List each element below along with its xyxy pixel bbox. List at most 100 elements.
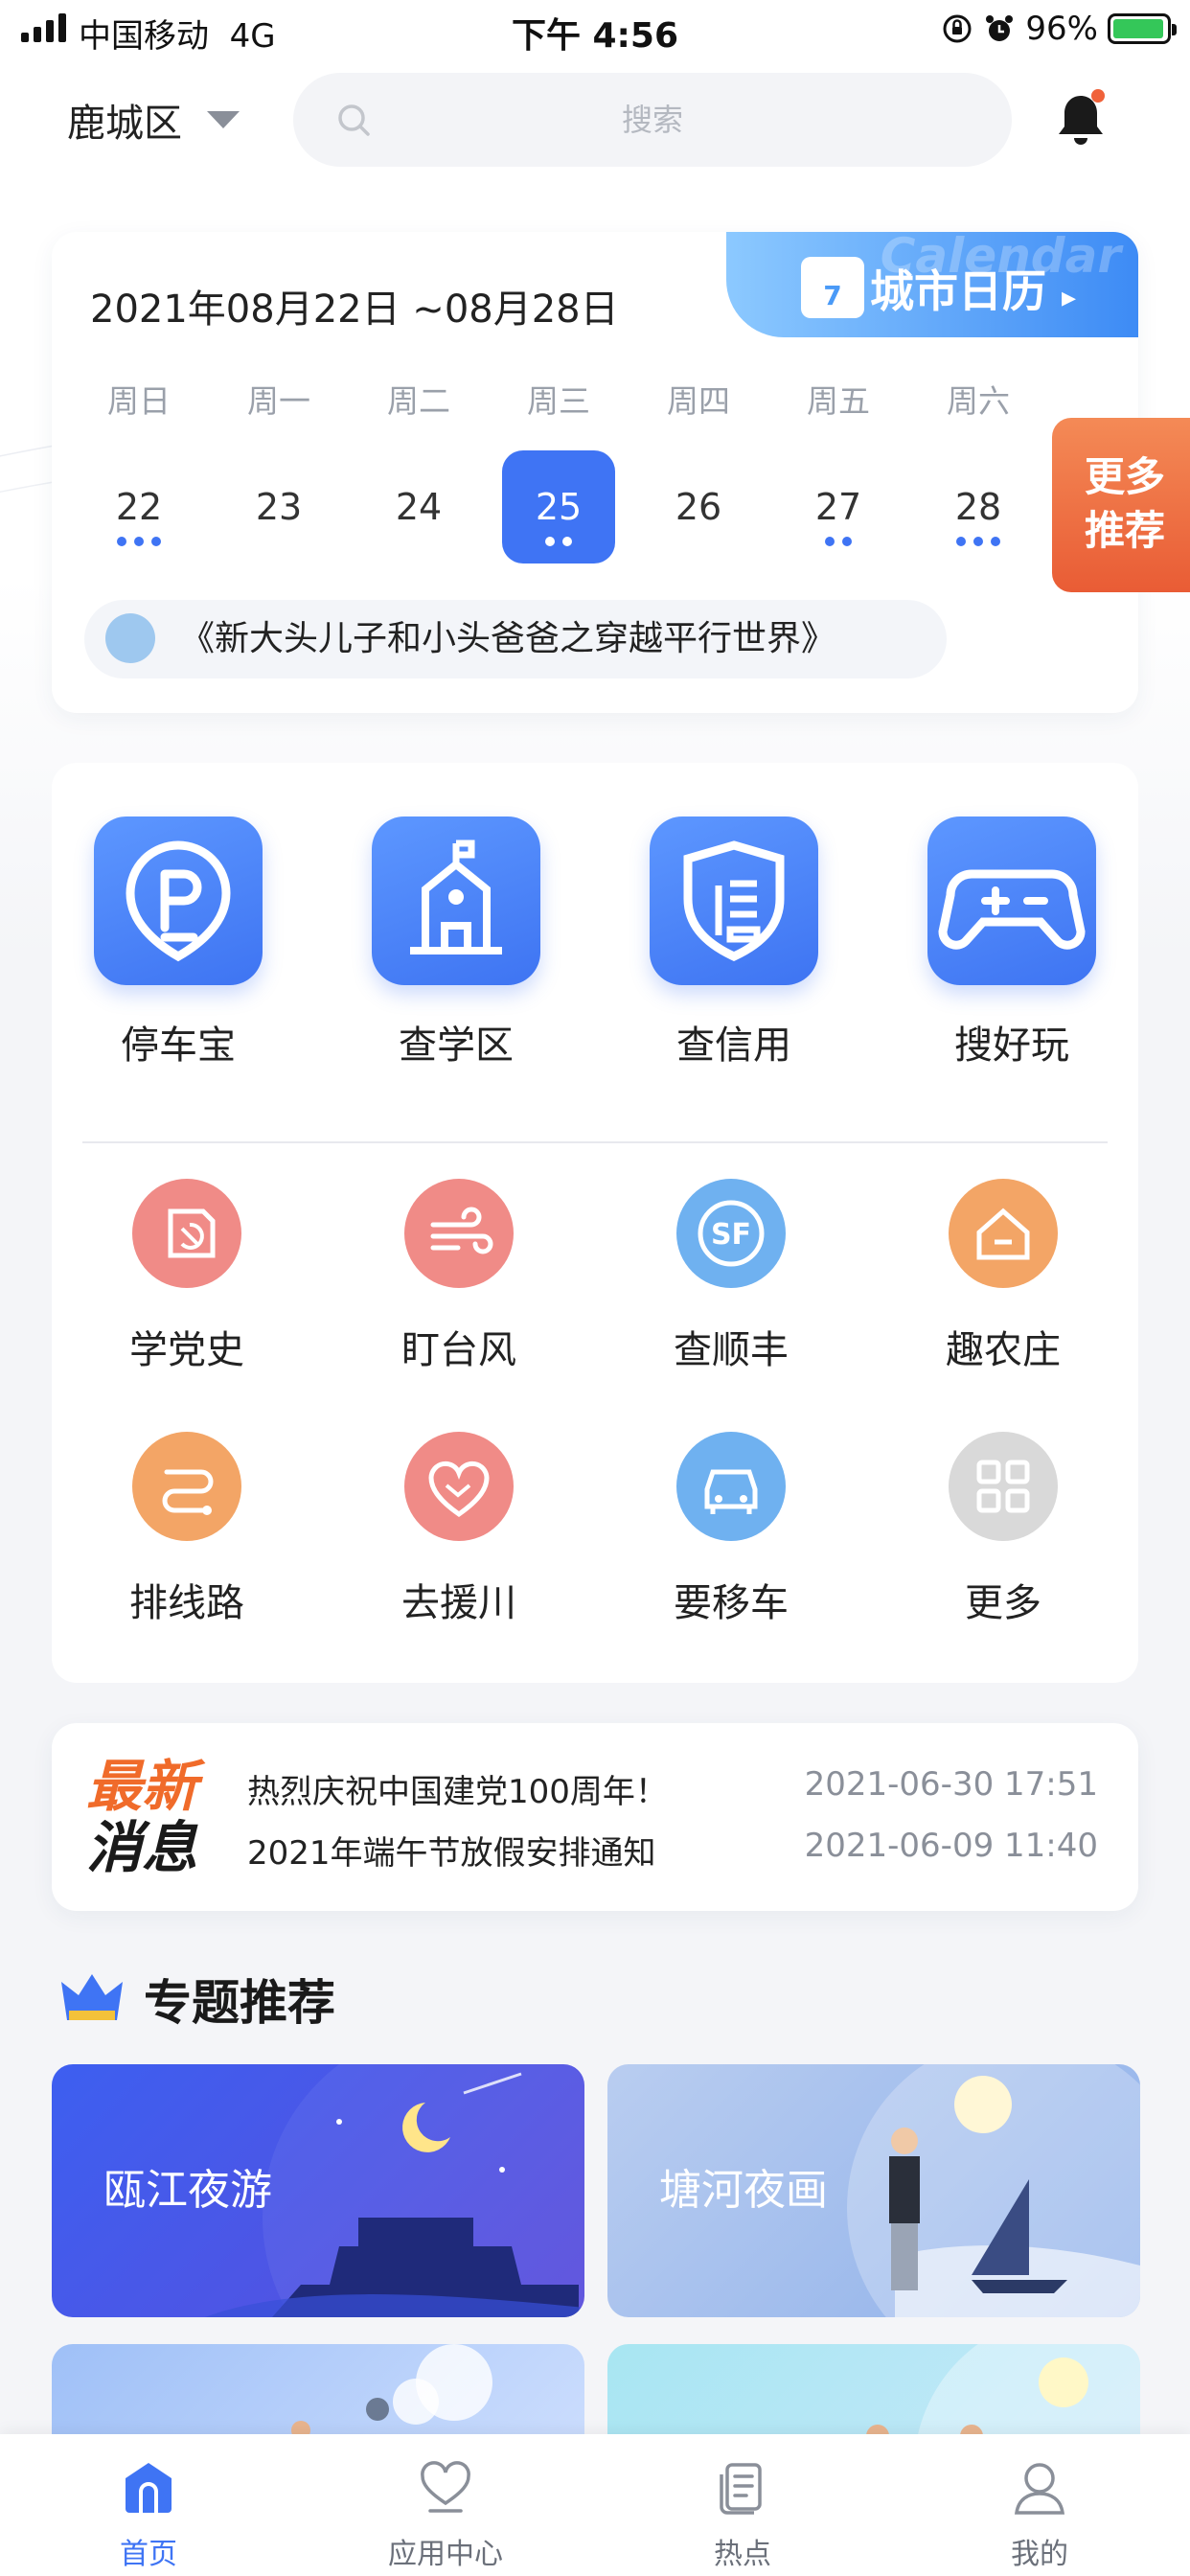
city-label: 鹿城区 — [67, 102, 182, 146]
app-party-history-button[interactable] — [132, 1179, 241, 1288]
tab-label: 我的 — [1011, 2538, 1068, 2571]
farm-house-icon — [976, 1208, 1030, 1260]
news-item-time: 2021-06-30 17:51 — [804, 1765, 1098, 1804]
app-label[interactable]: 盯台风 — [344, 1319, 574, 1374]
city-calendar-label: 城市日历 — [870, 265, 1046, 317]
calendar-event-title: 《新大头儿子和小头爸爸之穿越平行世界》 — [180, 619, 836, 658]
weekday-label: 周三 — [527, 382, 590, 420]
event-dots — [82, 537, 195, 546]
tab-label: 热点 — [714, 2538, 771, 2571]
app-center-heart-icon — [421, 2461, 470, 2513]
party-history-icon — [168, 1208, 216, 1258]
topic-label: 瓯江夜游 — [103, 2166, 272, 2215]
city-selector[interactable]: 鹿城区 — [67, 92, 240, 148]
tab-label: 应用中心 — [388, 2538, 503, 2571]
calendar-date-range: 2021年08月22日 ~08月28日 — [90, 288, 619, 332]
app-label[interactable]: 更多 — [888, 1572, 1118, 1627]
event-dots — [782, 537, 895, 546]
event-dots — [502, 537, 615, 546]
tab-hot[interactable]: 热点 — [594, 2434, 891, 2576]
app-grid-more-button[interactable] — [949, 1432, 1058, 1541]
calendar-day[interactable]: 26 — [642, 450, 755, 564]
app-label[interactable]: 要移车 — [616, 1572, 846, 1627]
app-label[interactable]: 搜好玩 — [887, 1014, 1136, 1070]
news-item-time: 2021-06-09 11:40 — [804, 1827, 1098, 1865]
tab-home[interactable]: 首页 — [0, 2434, 297, 2576]
search-input[interactable]: 搜索 — [293, 73, 1012, 167]
app-car-button[interactable] — [676, 1432, 786, 1541]
more-recommend-label: 更多推荐 — [1084, 453, 1165, 554]
gamepad-icon — [927, 816, 1096, 989]
route-icon — [162, 1469, 214, 1515]
app-label[interactable]: 查信用 — [609, 1014, 858, 1070]
tab-mine[interactable]: 我的 — [891, 2434, 1188, 2576]
notification-bell-icon[interactable] — [1054, 88, 1108, 153]
app-typhoon-wind-button[interactable] — [404, 1179, 514, 1288]
school-district-icon — [372, 816, 540, 989]
bottom-tab-bar: 首页 应用中心 热点 我的 — [0, 2434, 1190, 2576]
app-label[interactable]: 学党史 — [72, 1319, 302, 1374]
app-parking-button[interactable] — [94, 816, 263, 985]
app-label[interactable]: 趣农庄 — [888, 1319, 1118, 1374]
credit-shield-icon — [650, 816, 818, 989]
weekday-label: 周四 — [667, 382, 730, 420]
typhoon-wind-icon — [430, 1207, 493, 1254]
hot-news-icon — [720, 2463, 762, 2515]
app-label[interactable]: 排线路 — [72, 1572, 302, 1627]
divider — [82, 1141, 1108, 1143]
event-dots — [922, 537, 1035, 546]
weekday-label: 周六 — [947, 382, 1010, 420]
app-sf-express-button[interactable]: SF — [676, 1179, 786, 1288]
app-gamepad-button[interactable] — [927, 816, 1096, 985]
sf-express-icon: SF — [698, 1200, 765, 1267]
news-item-title[interactable]: 热烈庆祝中国建党100周年！ — [247, 1765, 668, 1812]
home-icon — [126, 2463, 172, 2513]
calendar-day[interactable]: 28 — [922, 450, 1035, 564]
calendar-day[interactable]: 23 — [222, 450, 335, 564]
parking-icon — [94, 816, 263, 989]
weekday-label: 周二 — [387, 382, 450, 420]
status-bar: 中国移动 4G 下午 4:56 96% — [0, 0, 1190, 59]
search-bar[interactable]: 搜索 — [293, 73, 1012, 167]
app-label[interactable]: 查学区 — [332, 1014, 581, 1070]
city-calendar-card: 2021年08月22日 ~08月28日 Calendar 7 城市日历 ▸ 周日… — [52, 232, 1138, 713]
rotation-lock-icon — [943, 14, 972, 43]
app-farm-house-button[interactable] — [949, 1179, 1058, 1288]
chevron-right-icon: ▸ — [1062, 281, 1077, 314]
app-route-button[interactable] — [132, 1432, 241, 1541]
profile-icon — [1014, 2463, 1065, 2515]
more-recommend-tab[interactable]: 更多推荐 — [1052, 418, 1190, 592]
event-icon — [105, 613, 155, 663]
svg-text:SF: SF — [711, 1218, 751, 1252]
tab-app-center[interactable]: 应用中心 — [297, 2434, 594, 2576]
latest-news-card: 最新 消息 热烈庆祝中国建党100周年！ 2021-06-30 17:51 20… — [52, 1723, 1138, 1911]
chevron-down-icon — [207, 111, 240, 128]
app-credit-shield-button[interactable] — [650, 816, 818, 985]
calendar-day[interactable]: 25 — [502, 450, 615, 564]
grid-more-icon — [976, 1460, 1030, 1513]
city-calendar-button[interactable]: Calendar 7 城市日历 ▸ — [726, 232, 1138, 337]
topic-label: 塘河夜画 — [659, 2166, 828, 2215]
topic-card-ou-river[interactable]: 瓯江夜游 — [52, 2064, 584, 2317]
app-label[interactable]: 去援川 — [344, 1572, 574, 1627]
news-item-title[interactable]: 2021年端午节放假安排通知 — [247, 1827, 656, 1874]
calendar-day[interactable]: 27 — [782, 450, 895, 564]
section-title: 专题推荐 — [144, 1975, 335, 2031]
app-label[interactable]: 停车宝 — [54, 1014, 303, 1070]
news-logo: 最新 消息 — [86, 1754, 198, 1880]
calendar-day[interactable]: 24 — [362, 450, 475, 564]
topic-card-tang-river[interactable]: 塘河夜画 — [607, 2064, 1140, 2317]
heart-hands-icon — [428, 1460, 490, 1518]
battery-icon — [1108, 13, 1177, 44]
app-label[interactable]: 查顺丰 — [616, 1319, 846, 1374]
weekday-label: 周日 — [107, 382, 171, 420]
calendar-day[interactable]: 22 — [82, 450, 195, 564]
app-grid-card: 停车宝 查学区 查信用 搜好玩 学党史 盯台风 SF 查顺丰 趣农庄排线路 去援川 要移车 更多 — [52, 763, 1138, 1683]
tab-label: 首页 — [120, 2538, 177, 2571]
weekday-label: 周五 — [807, 382, 870, 420]
alarm-icon — [986, 15, 1014, 41]
app-school-district-button[interactable] — [372, 816, 540, 985]
calendar-event-item[interactable]: 《新大头儿子和小头爸爸之穿越平行世界》 — [84, 600, 947, 678]
app-heart-hands-button[interactable] — [404, 1432, 514, 1541]
battery-percent: 96% — [1025, 10, 1098, 48]
